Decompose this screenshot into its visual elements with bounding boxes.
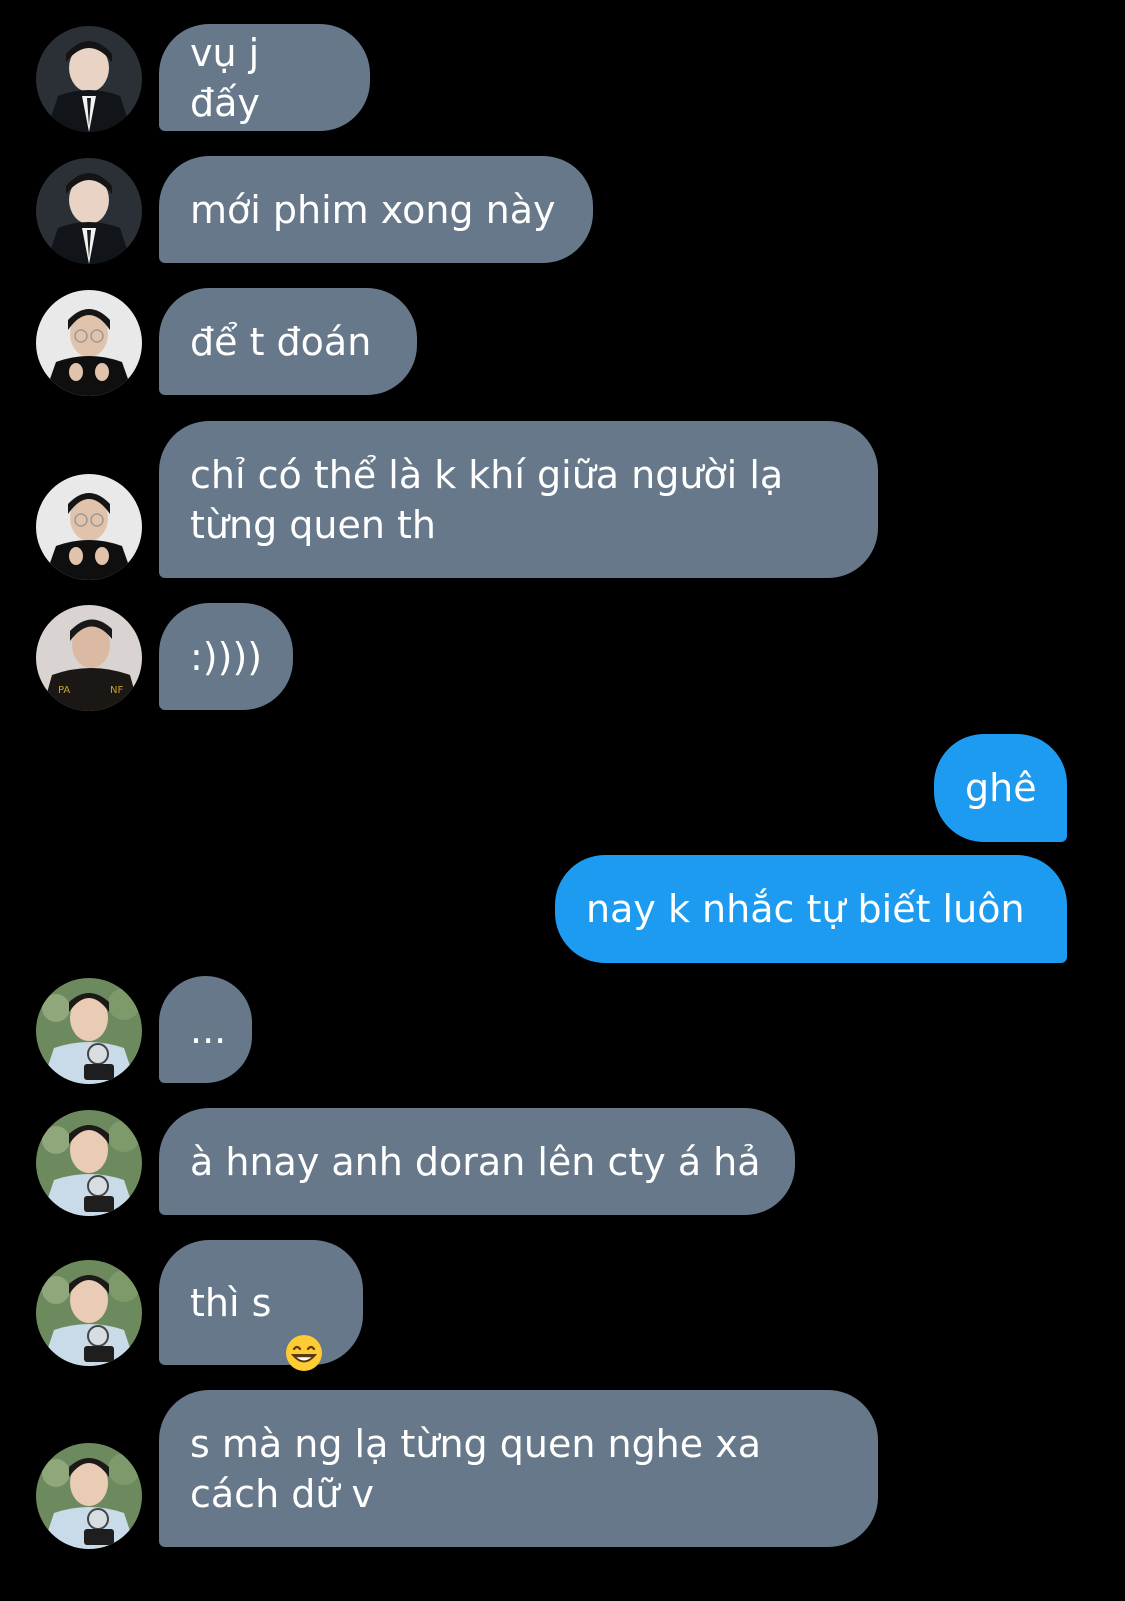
message-bubble[interactable]: s mà ng lạ từng quen nghe xa cách dữ v [159,1390,878,1547]
avatar-contact-3[interactable]: PA NF [36,605,142,711]
avatar-contact-4[interactable] [36,978,142,1084]
message-bubble[interactable]: :)))) [159,603,293,710]
avatar-contact-4[interactable] [36,1110,142,1216]
message-bubble[interactable]: để t đoán [159,288,417,395]
svg-text:NF: NF [110,685,123,696]
message-bubble-sent[interactable]: ghê [934,734,1067,842]
message-bubble[interactable]: vụ j đấy [159,24,370,131]
message-bubble-sent[interactable]: nay k nhắc tự biết luôn [555,855,1067,963]
avatar-contact-4[interactable] [36,1443,142,1549]
message-bubble[interactable]: ... [159,976,252,1083]
avatar-contact-1[interactable] [36,158,142,264]
svg-text:PA: PA [58,685,70,696]
message-text: thì s [190,1280,272,1325]
message-bubble[interactable]: chỉ có thể là k khí giữa người lạ từng q… [159,421,878,578]
avatar-contact-2[interactable] [36,474,142,580]
message-bubble[interactable]: mới phim xong này [159,156,593,263]
grinning-face-emoji-icon [285,1284,323,1371]
chat-thread[interactable]: vụ j đấy mới phim xong này để t đoán chỉ… [0,0,1125,1601]
avatar-contact-1[interactable] [36,26,142,132]
avatar-contact-2[interactable] [36,290,142,396]
message-bubble[interactable]: thì s [159,1240,363,1371]
avatar-contact-4[interactable] [36,1260,142,1366]
message-bubble[interactable]: à hnay anh doran lên cty á hả [159,1108,795,1215]
